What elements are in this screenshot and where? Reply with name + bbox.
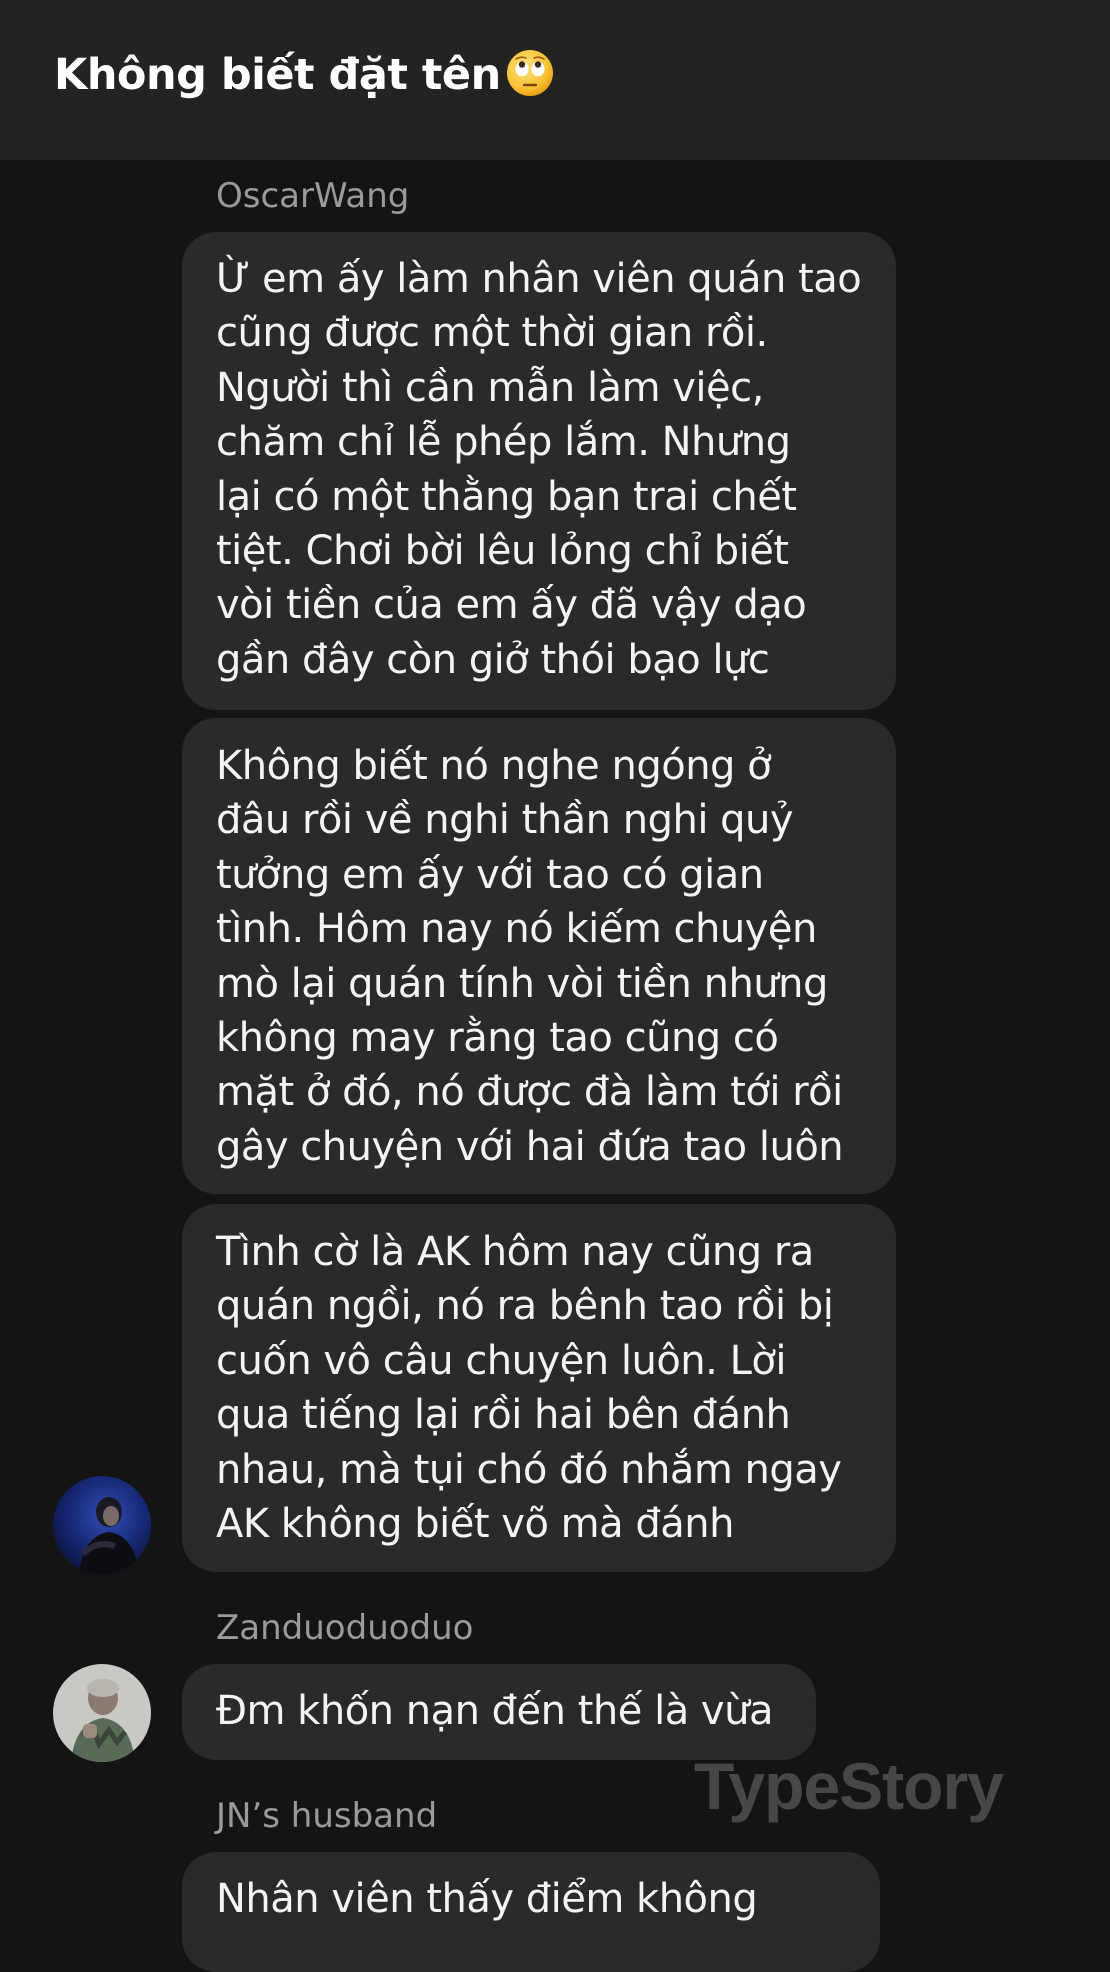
message-line: chăm chỉ lễ phép lắm. Nhưng <box>216 419 791 466</box>
sender-name: Zanduoduoduo <box>216 1608 474 1648</box>
message-line: Người thì cần mẫn làm việc, <box>216 364 764 411</box>
message-line: gây chuyện với hai đứa tao luôn <box>216 1123 844 1170</box>
message-line: cuốn vô câu chuyện luôn. Lời <box>216 1337 786 1384</box>
sender-name: OscarWang <box>216 176 410 216</box>
message-line: tưởng em ấy với tao có gian <box>216 851 764 898</box>
message-line: quán ngồi, nó ra bênh tao rồi bị <box>216 1283 834 1330</box>
message-line: tiệt. Chơi bời lêu lỏng chỉ biết <box>216 528 789 575</box>
avatar[interactable] <box>53 1664 151 1762</box>
message-line: Không biết nó nghe ngóng ở <box>216 743 772 789</box>
sender-name: JN’s husband <box>216 1796 438 1836</box>
avatar-zanduoduoduo-image <box>53 1664 151 1762</box>
message-bubble[interactable]: Ừ em ấy làm nhân viên quán tao cũng được… <box>182 232 896 710</box>
avatar-oscarwang-image <box>53 1476 151 1574</box>
message-line: lại có một thằng bạn trai chết <box>216 473 797 520</box>
message-line: không may rằng tao cũng có <box>216 1015 779 1062</box>
face-with-rolling-eyes-icon <box>506 50 553 96</box>
message-line: nhau, mà tụi chó đó nhắm ngay <box>216 1446 842 1493</box>
message-bubble[interactable]: Nhân viên thấy điểm không <box>182 1852 880 1972</box>
message-line: Nhân viên thấy điểm không <box>216 1876 758 1922</box>
message-line: vòi tiền của em ấy đã vậy dạo <box>216 582 807 629</box>
watermark: TypeStory <box>694 1749 1004 1823</box>
message-line: Đm khốn nạn đến thế là vừa <box>216 1688 773 1734</box>
message-line: cũng được một thời gian rồi. <box>216 310 768 357</box>
message-line: AK không biết võ mà đánh <box>216 1501 734 1548</box>
message-bubble[interactable]: Tình cờ là AK hôm nay cũng ra quán ngồi,… <box>182 1204 896 1572</box>
message-line: qua tiếng lại rồi hai bên đánh <box>216 1392 791 1439</box>
message-line: Tình cờ là AK hôm nay cũng ra <box>216 1229 814 1275</box>
message-line: tình. Hôm nay nó kiếm chuyện <box>216 906 817 953</box>
message-line: gần đây còn giở thói bạo lực <box>216 636 770 683</box>
message-line: Ừ em ấy làm nhân viên quán tao <box>216 256 862 302</box>
message-bubble[interactable]: Không biết nó nghe ngóng ở đâu rồi về ng… <box>182 718 896 1194</box>
message-line: mò lại quán tính vòi tiền nhưng <box>216 960 828 1007</box>
message-line: mặt ở đó, nó được đà làm tới rồi <box>216 1069 843 1116</box>
message-bubble[interactable]: Đm khốn nạn đến thế là vừa <box>182 1664 816 1760</box>
chat-title[interactable]: Không biết đặt tên <box>54 50 555 100</box>
avatar[interactable] <box>53 1476 151 1574</box>
chat-header: Không biết đặt tên <box>0 0 1110 160</box>
chat-title-text: Không biết đặt tên <box>54 50 501 100</box>
message-line: đâu rồi về nghi thần nghi quỷ <box>216 797 794 844</box>
